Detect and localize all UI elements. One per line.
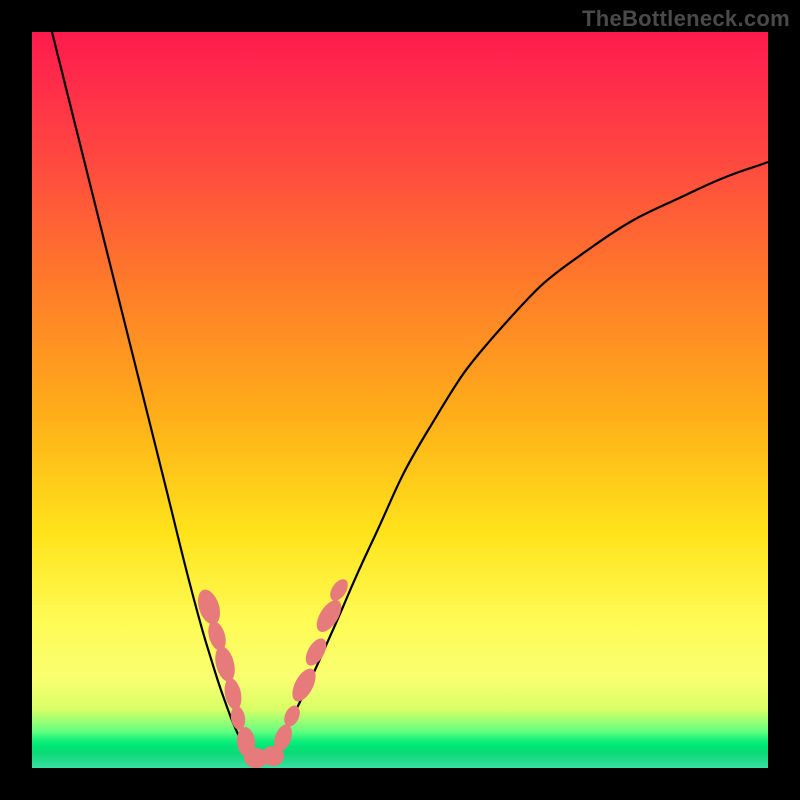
outer-frame: TheBottleneck.com [0,0,800,800]
bead [194,587,224,627]
bead [327,576,352,604]
plot-area [32,32,768,768]
bead [229,705,247,731]
bead [312,596,346,636]
chart-svg [32,32,768,768]
bead [222,677,244,711]
beads-cluster [194,576,351,768]
watermark-text: TheBottleneck.com [582,6,790,32]
curve-right-arm [262,162,768,764]
bead [302,635,331,669]
